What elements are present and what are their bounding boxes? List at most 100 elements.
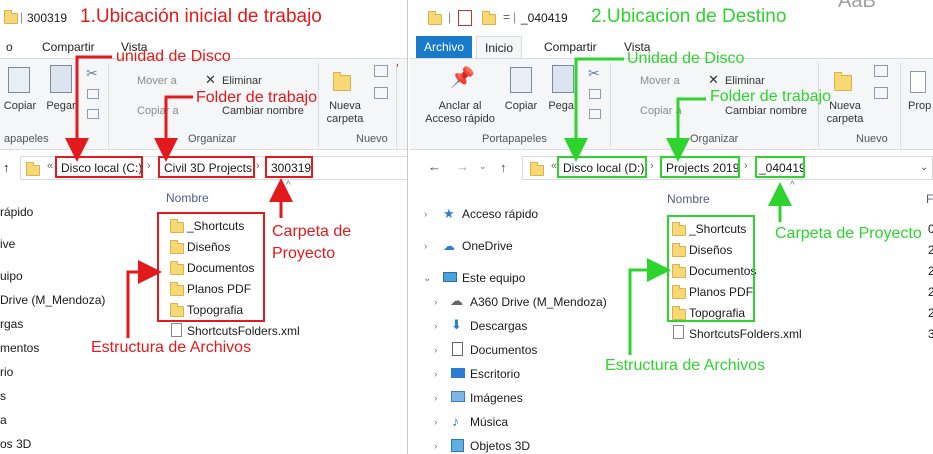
- up-arrow-icon[interactable]: ↑: [500, 160, 507, 175]
- nav-desktop[interactable]: rio: [0, 365, 13, 379]
- file-item[interactable]: ShortcutsFolders.xml: [689, 327, 802, 341]
- new-folder-button-line2[interactable]: carpeta: [825, 113, 865, 126]
- nav-quick-access[interactable]: rápido: [0, 205, 33, 219]
- paste-shortcut-icon[interactable]: [87, 109, 99, 119]
- nav-downloads[interactable]: rgas: [0, 317, 23, 331]
- nav-3d-objects[interactable]: Objetos 3D: [470, 439, 530, 453]
- column-header-name[interactable]: Nombre: [166, 191, 209, 205]
- delete-icon[interactable]: ✕: [708, 72, 719, 88]
- address-dropdown-icon[interactable]: ⌄: [920, 162, 928, 173]
- column-header-name[interactable]: Nombre: [667, 192, 710, 206]
- ribbon-separator: [396, 63, 397, 147]
- easy-access-icon[interactable]: [874, 87, 888, 99]
- highlight-left-disk: [55, 156, 143, 178]
- delete-button[interactable]: Eliminar: [725, 75, 765, 88]
- clipboard-icon[interactable]: [50, 65, 72, 93]
- nav-onedrive[interactable]: OneDrive: [462, 239, 513, 253]
- pin-icon[interactable]: 📌: [450, 65, 475, 90]
- nav-pictures[interactable]: s: [0, 389, 6, 403]
- paste-shortcut-icon[interactable]: [589, 109, 601, 119]
- paste-button[interactable]: Pegar: [546, 100, 580, 113]
- rename-button[interactable]: Cambiar nombre: [725, 105, 807, 118]
- expand-chevron-icon[interactable]: ›: [424, 209, 427, 220]
- nav-documents[interactable]: Documentos: [470, 343, 537, 357]
- scissors-icon[interactable]: ✂: [86, 65, 98, 82]
- pin-quick-access-line1[interactable]: Anclar al: [420, 100, 500, 113]
- nav-music[interactable]: a: [0, 413, 7, 427]
- crumb-chevron-icon[interactable]: ›: [256, 160, 260, 172]
- new-item-icon[interactable]: [374, 65, 388, 77]
- delete-icon[interactable]: ✕: [205, 72, 216, 88]
- crumb-chevron-icon[interactable]: ›: [147, 160, 151, 172]
- nav-this-pc[interactable]: uipo: [0, 269, 23, 283]
- highlight-left-folder: [158, 156, 255, 178]
- nav-a360-drive[interactable]: A360 Drive (M_Mendoza): [470, 295, 607, 309]
- expand-chevron-icon[interactable]: ›: [434, 441, 437, 452]
- nav-music[interactable]: Música: [470, 415, 508, 429]
- properties-quick-icon[interactable]: [458, 10, 472, 26]
- nav-pictures[interactable]: Imágenes: [470, 391, 523, 405]
- column-header-date[interactable]: F: [926, 192, 933, 206]
- copy-to-button[interactable]: Copiar a: [137, 105, 179, 118]
- date-modified-cell: 2: [928, 243, 933, 257]
- tab-share[interactable]: Compartir: [34, 36, 103, 58]
- expand-chevron-icon[interactable]: ›: [434, 369, 437, 380]
- annotation-left-project-2: Proyecto: [272, 245, 336, 262]
- expand-chevron-icon[interactable]: ›: [434, 297, 437, 308]
- new-folder-button-line1[interactable]: Nueva: [825, 100, 865, 113]
- tab-share[interactable]: Compartir: [536, 36, 605, 58]
- clipboard-icon[interactable]: [552, 65, 574, 93]
- nav-this-pc[interactable]: Este equipo: [462, 271, 525, 285]
- recent-locations-icon[interactable]: ⌄: [479, 161, 487, 172]
- scissors-icon[interactable]: ✂: [588, 65, 600, 82]
- move-to-button[interactable]: Mover a: [640, 75, 680, 88]
- expand-chevron-icon[interactable]: ›: [434, 321, 437, 332]
- tab-home[interactable]: o: [0, 36, 21, 58]
- forward-arrow-icon[interactable]: →: [456, 159, 469, 174]
- new-folder-icon[interactable]: [333, 72, 351, 91]
- copy-button[interactable]: Copiar: [502, 100, 540, 113]
- copy-to-button[interactable]: Copiar a: [640, 105, 682, 118]
- expand-chevron-icon[interactable]: ›: [434, 417, 437, 428]
- expand-chevron-icon[interactable]: ›: [434, 345, 437, 356]
- tab-file[interactable]: Archivo: [416, 36, 473, 58]
- paste-button[interactable]: Pegar: [44, 100, 78, 113]
- pin-quick-access-line2[interactable]: Acceso rápido: [420, 113, 500, 126]
- properties-icon[interactable]: [910, 71, 926, 93]
- quick-access-dropdown-icon[interactable]: =: [503, 10, 510, 24]
- file-item[interactable]: ShortcutsFolders.xml: [187, 324, 300, 338]
- nav-documents[interactable]: mentos: [0, 341, 39, 355]
- copy-button[interactable]: Copiar: [2, 100, 38, 113]
- crumb-chevron-icon[interactable]: ›: [650, 160, 654, 172]
- back-arrow-icon[interactable]: ←: [428, 159, 441, 174]
- nav-onedrive[interactable]: ive: [0, 237, 15, 251]
- tab-home[interactable]: Inicio: [476, 36, 523, 58]
- expand-chevron-icon[interactable]: ›: [434, 393, 437, 404]
- nav-desktop[interactable]: Escritorio: [470, 367, 520, 381]
- new-folder-button-line2[interactable]: carpeta: [325, 113, 365, 126]
- up-arrow-icon[interactable]: ↑: [3, 160, 10, 175]
- copy-path-icon[interactable]: [589, 89, 601, 99]
- nav-downloads[interactable]: Descargas: [470, 319, 527, 333]
- new-folder-icon[interactable]: [834, 72, 852, 91]
- expand-chevron-icon[interactable]: ›: [424, 241, 427, 252]
- new-item-icon[interactable]: [874, 65, 888, 77]
- group-clipboard-label: Portapapeles: [482, 133, 547, 145]
- collapse-chevron-icon[interactable]: ⌄: [423, 273, 431, 284]
- xml-file-icon: [673, 325, 684, 339]
- copy-path-icon[interactable]: [87, 89, 99, 99]
- new-folder-button-line1[interactable]: Nueva: [325, 100, 365, 113]
- highlight-right-structure: [667, 215, 755, 322]
- copy-icon[interactable]: [8, 67, 30, 93]
- crumb-chevron-icon[interactable]: ›: [744, 160, 748, 172]
- address-overflow[interactable]: «: [47, 160, 53, 172]
- new-folder-quick-icon[interactable]: [482, 11, 496, 25]
- nav-quick-access[interactable]: Acceso rápido: [462, 207, 538, 221]
- delete-button[interactable]: Eliminar: [222, 75, 262, 88]
- easy-access-icon[interactable]: [374, 87, 388, 99]
- nav-3d-objects[interactable]: os 3D: [0, 437, 31, 451]
- move-to-button[interactable]: Mover a: [137, 75, 177, 88]
- copy-icon[interactable]: [510, 67, 532, 93]
- properties-button[interactable]: Prop: [908, 100, 931, 113]
- nav-a360-drive[interactable]: Drive (M_Mendoza): [0, 293, 105, 307]
